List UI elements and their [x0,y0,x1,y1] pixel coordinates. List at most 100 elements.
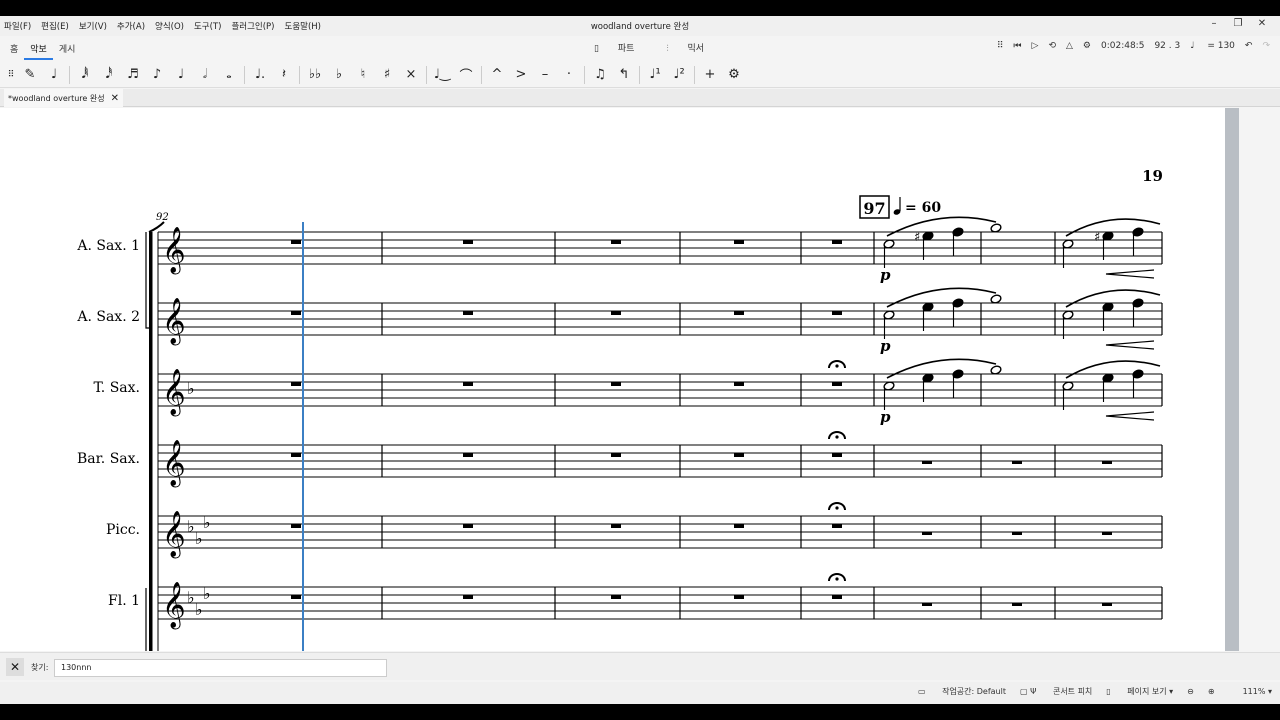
staff: A. Sax. 1 𝄞 ♯ ♯ p [76,216,1163,284]
find-input[interactable]: 130nnn [54,659,387,677]
marcato-icon[interactable]: ^ [485,67,509,82]
status-bar: ▭ 작업공간: Default ▢ Ψ 콘서트 피치 ▯ 페이지 보기 ▾ ⊖ … [0,682,1280,704]
settings-icon[interactable]: ⚙ [722,67,746,82]
tempo-text: = 60 [905,200,941,216]
tab-score[interactable]: 악보 [24,39,53,60]
half-note-icon[interactable]: 𝅗𝅥 [193,67,217,82]
dot-icon[interactable]: ♩. [248,67,272,82]
treble-clef: 𝄞 [162,511,186,559]
staccato-icon[interactable]: · [557,67,581,82]
concert-pitch-toggle[interactable]: ▢ Ψ 콘서트 피치 [1020,686,1092,697]
concert-pitch-label: 콘서트 피치 [1052,687,1093,696]
zoom-level[interactable]: 111% ▾ [1229,687,1272,696]
menu-view[interactable]: 보기(V) [79,20,107,32]
loop-icon[interactable]: ⟲ [1048,41,1056,51]
add-icon[interactable]: + [698,67,722,82]
mixer-button[interactable]: ⫶ 믹서 [666,41,720,54]
page-view-selector[interactable]: ▯ 페이지 보기 ▾ [1106,686,1173,697]
flip-icon[interactable]: ↰ [612,67,636,82]
close-window-button[interactable]: ✕ [1250,18,1274,29]
tab-publish[interactable]: 게시 [53,39,82,60]
half-rest [1012,532,1022,535]
voice-1-icon[interactable]: ♩¹ [643,67,667,82]
find-label: 찾기: [31,663,49,672]
drag-handle-icon[interactable]: ⠿ [4,70,18,80]
play-icon[interactable]: ▷ [1032,41,1039,51]
sharp-icon[interactable]: ♯ [375,67,399,82]
quarter-note-icon[interactable]: ♩ [169,67,193,82]
whole-note-icon[interactable]: 𝅝 [217,67,241,82]
instrument-name: Fl. 1 [108,593,140,609]
minimize-button[interactable]: – [1202,18,1226,29]
close-find-icon[interactable]: ✕ [6,658,24,676]
close-tab-icon[interactable]: ✕ [111,93,119,104]
find-bar: ✕ 찾기: 130nnn [0,652,1280,680]
parts-label: 파트 [617,44,635,54]
measure-number: 92 [156,212,169,223]
slur-icon[interactable]: ⌒ [454,65,478,84]
rewind-icon[interactable]: ⏮ [1013,41,1021,51]
tie-icon[interactable]: ♩‿ [430,67,454,82]
whole-rest [832,311,842,315]
tab-home[interactable]: 홈 [4,39,24,60]
workspace-label: 작업공간: Default [942,687,1006,696]
whole-rest [291,311,301,315]
zoom-out-icon[interactable]: ⊖ [1187,687,1194,696]
maximize-button[interactable]: ❐ [1226,18,1250,29]
score-view[interactable]: 19 92 97 = 60 A. Sax. 1 𝄞 ♯ ♯ p A. Sax. 2 𝄞 p T.… [0,108,1225,651]
key-flat: ♭ [187,517,195,536]
natural-icon[interactable]: ♮ [351,67,375,82]
treble-clef: 𝄞 [162,440,186,488]
tenuto-icon[interactable]: – [533,67,557,82]
undo-icon[interactable]: ↶ [1245,41,1253,51]
accent-pen-icon[interactable]: ♩ [42,67,66,82]
whole-rest [611,524,621,528]
nav-tabs: 홈 악보 게시 [4,39,81,60]
double-sharp-icon[interactable]: × [399,67,423,82]
rest-icon[interactable]: 𝄽 [272,67,296,82]
menu-help[interactable]: 도움말(H) [285,20,321,32]
parts-button[interactable]: ▯ 파트 [594,41,650,54]
voice-2-icon[interactable]: ♩² [667,67,691,82]
zoom-value: 111% [1242,687,1266,696]
half-rest [1012,461,1022,464]
note-input-toolbar: ⠿ ✎ ♩ 𝅘𝅥𝅱 𝅘𝅥𝅰 ♬ ♪ ♩ 𝅗𝅥 𝅝 ♩. 𝄽 ♭♭ ♭ ♮ ♯ ×… [0,62,1280,88]
menu-tools[interactable]: 도구(T) [194,20,221,32]
32nd-note-icon[interactable]: 𝅘𝅥𝅰 [97,67,121,82]
menu-format[interactable]: 양식(O) [155,20,184,32]
menu-edit[interactable]: 편집(E) [41,20,69,32]
instrument-name: Bar. Sax. [77,451,140,467]
eighth-note-icon[interactable]: ♪ [145,67,169,82]
whole-rest [463,524,473,528]
sharp-accidental: ♯ [1094,230,1100,245]
menu-plugins[interactable]: 플러그인(P) [231,20,274,32]
zoom-in-icon[interactable]: ⊕ [1208,687,1215,696]
flat-icon[interactable]: ♭ [327,67,351,82]
menu-add[interactable]: 추가(A) [117,20,145,32]
double-flat-icon[interactable]: ♭♭ [303,67,327,82]
musescore-window: 파일(F) 편집(E) 보기(V) 추가(A) 양식(O) 도구(T) 플러그인… [0,16,1280,704]
parts-icon: ▯ [594,44,602,54]
workspace-selector[interactable]: ▭ 작업공간: Default [918,686,1006,697]
half-rest [922,603,932,606]
playback-settings-icon[interactable]: ⚙ [1083,41,1091,51]
tuplet-icon[interactable]: ♫ [588,67,612,82]
64th-note-icon[interactable]: 𝅘𝅥𝅱 [73,67,97,82]
metronome-icon[interactable]: △ [1066,41,1073,51]
16th-note-icon[interactable]: ♬ [121,67,145,82]
playback-tempo: ♩ = 130 [1190,41,1235,51]
slur [886,358,997,379]
whole-rest [734,240,744,244]
doc-tab[interactable]: *woodland overture 완성 ✕ [4,89,123,107]
pencil-icon[interactable]: ✎ [18,67,42,82]
whole-rest [832,240,842,244]
accent-icon[interactable]: > [509,67,533,82]
center-tabs: ▯ 파트 ⫶ 믹서 [594,41,736,54]
drag-handle-icon[interactable]: ⠿ [997,41,1004,51]
redo-icon[interactable]: ↷ [1262,41,1270,51]
whole-rest [734,595,744,599]
staff: T. Sax. 𝄞 ♭ p [94,358,1163,426]
menu-file[interactable]: 파일(F) [4,20,31,32]
vertical-scrollbar[interactable] [1225,108,1239,651]
mixer-icon: ⫶ [666,44,672,54]
